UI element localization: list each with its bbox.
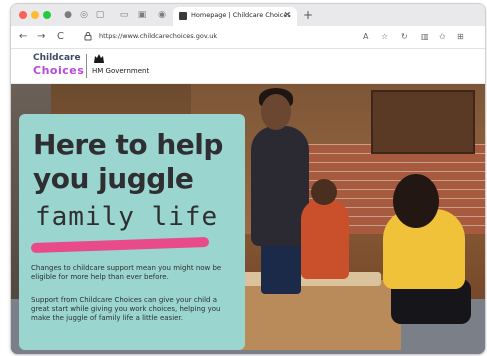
lock-icon xyxy=(84,31,92,41)
tab-actions-icon[interactable]: ▢ xyxy=(95,10,105,20)
hero-background-shelf xyxy=(371,90,475,154)
government-label: HM Government xyxy=(92,67,150,75)
pinned-tab-icon[interactable]: ▣ xyxy=(137,10,147,20)
url-text: https://www.childcarechoices.gov.uk xyxy=(99,32,218,40)
forward-button[interactable]: → xyxy=(37,31,45,42)
collections-icon[interactable]: ▭ xyxy=(119,10,129,20)
adult-figure-head xyxy=(261,94,291,130)
address-bar[interactable]: https://www.childcarechoices.gov.uk xyxy=(83,29,453,45)
back-button[interactable]: ← xyxy=(19,31,27,42)
minimize-window-button[interactable] xyxy=(31,11,39,19)
collections-toolbar-icon[interactable]: ⊞ xyxy=(457,32,464,41)
close-window-button[interactable] xyxy=(19,11,27,19)
workspaces-icon[interactable]: ◎ xyxy=(79,10,89,20)
profile-icon[interactable]: ● xyxy=(63,10,73,20)
girl-figure-hair xyxy=(393,174,439,228)
logo-line2[interactable]: Choices xyxy=(33,64,84,77)
address-toolbar: ← → C https://www.childcarechoices.gov.u… xyxy=(11,26,485,49)
favorite-star-icon[interactable]: ☆ xyxy=(381,32,388,41)
hero-section: Here to help you juggle family life Chan… xyxy=(11,84,485,354)
browser-window: ● ◎ ▢ ▭ ▣ ◉ Homepage | Childcare Choices… xyxy=(10,3,486,355)
tab-strip: ● ◎ ▢ ▭ ▣ ◉ Homepage | Childcare Choices… xyxy=(11,4,485,27)
child-figure xyxy=(301,199,349,279)
hero-paragraph-2: Support from Childcare Choices can give … xyxy=(31,296,221,322)
new-tab-button[interactable]: + xyxy=(303,8,313,22)
royal-crest-icon xyxy=(94,54,104,63)
tab-homepage[interactable]: Homepage | Childcare Choices × xyxy=(173,7,297,26)
close-tab-icon[interactable]: × xyxy=(283,10,291,20)
maximize-window-button[interactable] xyxy=(43,11,51,19)
reload-button[interactable]: C xyxy=(57,31,64,42)
hero-paragraph-1: Changes to childcare support mean you mi… xyxy=(31,264,222,281)
logo-divider xyxy=(86,54,87,78)
logo-line1[interactable]: Childcare xyxy=(33,53,81,63)
refresh-extension-icon[interactable]: ↻ xyxy=(401,32,408,41)
site-favicon-icon xyxy=(179,12,187,20)
tab-title: Homepage | Childcare Choices xyxy=(191,11,291,19)
hero-underline xyxy=(30,236,210,254)
edge-icon[interactable]: ◉ xyxy=(157,10,167,20)
hero-card: Here to help you juggle family life Chan… xyxy=(19,114,245,350)
read-aloud-icon[interactable]: A xyxy=(363,32,368,41)
child-figure-head xyxy=(311,179,337,205)
hero-handwritten-text: family life xyxy=(35,202,219,232)
favorites-icon[interactable]: ✩ xyxy=(439,32,446,41)
hero-heading: Here to help you juggle xyxy=(33,128,223,195)
split-screen-icon[interactable]: ▥ xyxy=(421,32,429,41)
site-header: Childcare Choices HM Government xyxy=(11,49,485,84)
